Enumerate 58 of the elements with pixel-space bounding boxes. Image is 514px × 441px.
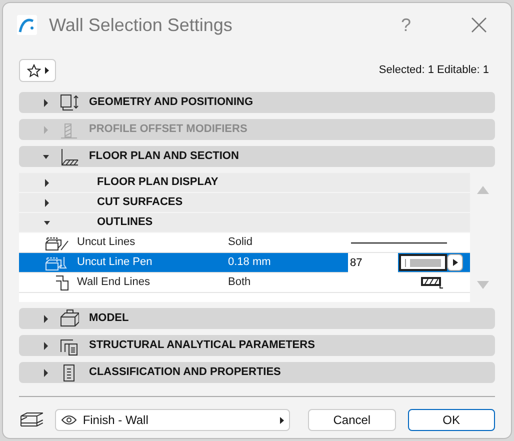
- section-header[interactable]: STRUCTURAL ANALYTICAL PARAMETERS: [19, 335, 495, 356]
- layer-dropdown[interactable]: Finish - Wall: [54, 409, 290, 431]
- section-title: PROFILE OFFSET MODIFIERS: [89, 122, 248, 138]
- ok-button[interactable]: OK: [408, 409, 495, 431]
- expand-arrow-icon[interactable]: [44, 198, 50, 206]
- section-title: GEOMETRY AND POSITIONING: [89, 95, 253, 110]
- setting-row[interactable]: Wall End Lines Both: [19, 273, 470, 293]
- section-header[interactable]: FLOOR PLAN AND SECTION: [19, 146, 495, 167]
- subsection-title: CUT SURFACES: [97, 195, 183, 210]
- subsection-header[interactable]: OUTLINES: [19, 213, 470, 233]
- setting-row[interactable]: Uncut Line Pen 0.18 mm 87: [19, 253, 470, 273]
- outline-pen-icon: [45, 254, 69, 270]
- subsection-title: FLOOR PLAN DISPLAY: [97, 175, 218, 190]
- outline-line-icon: [45, 234, 69, 250]
- star-icon: [26, 64, 40, 78]
- setting-label: Uncut Lines: [77, 235, 136, 250]
- section-header[interactable]: GEOMETRY AND POSITIONING: [19, 92, 495, 113]
- selection-status: Selected: 1 Editable: 1: [378, 63, 489, 78]
- section-header[interactable]: CLASSIFICATION AND PROPERTIES: [19, 362, 495, 383]
- expand-arrow-icon[interactable]: [44, 178, 50, 186]
- pen-number-field[interactable]: 87: [348, 252, 398, 272]
- box-icon: [59, 308, 79, 328]
- section-title: STRUCTURAL ANALYTICAL PARAMETERS: [89, 338, 315, 354]
- collapse-arrow-icon[interactable]: [44, 218, 50, 226]
- arrow-right-icon: [280, 416, 284, 424]
- pen-menu-button[interactable]: [447, 254, 463, 271]
- setting-label: Wall End Lines: [77, 275, 151, 290]
- window-title: Wall Selection Settings: [49, 14, 232, 37]
- app-logo-icon: [17, 15, 37, 35]
- layers-icon: [19, 412, 45, 428]
- setting-label: Uncut Line Pen: [77, 255, 154, 270]
- setting-value: Both: [228, 275, 252, 290]
- arrow-right-icon: [44, 67, 48, 74]
- solid-line-icon: [351, 240, 447, 244]
- subsection-title: OUTLINES: [97, 215, 153, 230]
- expand-arrow-icon[interactable]: [43, 368, 49, 376]
- wall-end-lines-icon: [421, 276, 444, 288]
- subsection-header[interactable]: FLOOR PLAN DISPLAY: [19, 173, 470, 193]
- section-title: CLASSIFICATION AND PROPERTIES: [89, 365, 281, 380]
- eye-icon: [60, 415, 77, 425]
- section-title: FLOOR PLAN AND SECTION: [89, 149, 239, 164]
- expand-arrow-icon[interactable]: [43, 342, 49, 350]
- collapse-arrow-icon[interactable]: [43, 152, 49, 160]
- setting-value: Solid: [228, 235, 254, 250]
- setting-value: 0.18 mm: [228, 255, 272, 270]
- cancel-button[interactable]: Cancel: [308, 409, 396, 431]
- section-header[interactable]: MODEL: [19, 308, 495, 329]
- pen-swatch[interactable]: [399, 254, 447, 271]
- subsection-header[interactable]: CUT SURFACES: [19, 193, 470, 213]
- expand-arrow-icon[interactable]: [43, 314, 49, 322]
- favorites-button[interactable]: [19, 59, 56, 82]
- close-icon[interactable]: [471, 17, 487, 33]
- hatched-floor-icon: [59, 146, 79, 166]
- geometry-icon: [59, 92, 79, 112]
- expand-arrow-icon[interactable]: [43, 98, 49, 106]
- section-title: MODEL: [89, 311, 129, 326]
- arrow-right-icon: [452, 259, 458, 266]
- wall-end-icon: [55, 274, 69, 290]
